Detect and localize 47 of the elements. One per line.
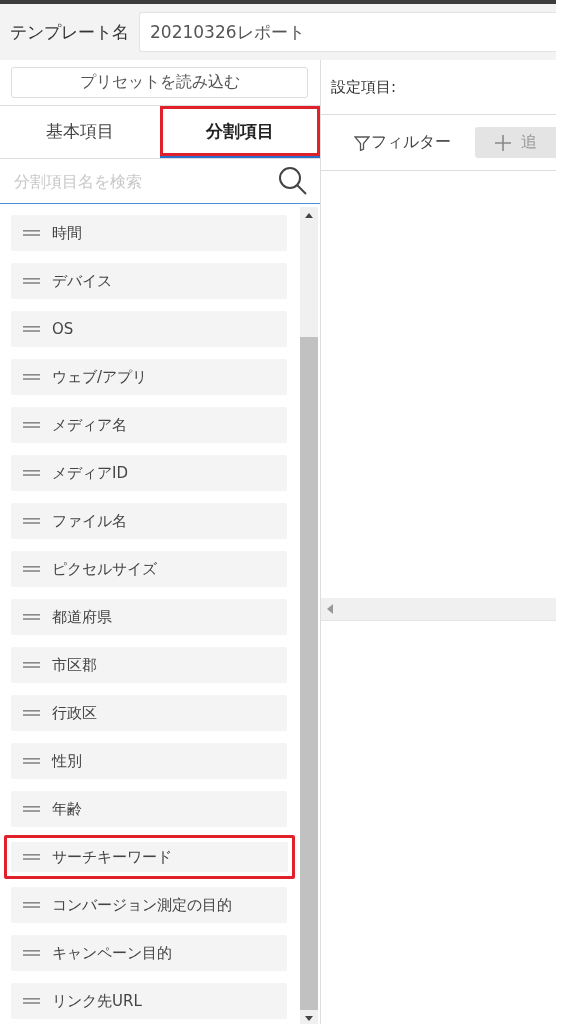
field-list-item[interactable]: 行政区: [11, 695, 287, 731]
field-list-item[interactable]: OS: [11, 311, 287, 347]
drag-handle-icon: [23, 518, 40, 524]
filter-button[interactable]: フィルター: [354, 132, 451, 153]
drag-handle-icon: [23, 470, 40, 476]
drag-handle-icon: [23, 662, 40, 668]
drag-handle-icon: [23, 230, 40, 236]
tab[interactable]: 分割項目: [160, 106, 320, 158]
plus-icon: [495, 134, 511, 151]
drag-handle-icon: [23, 374, 40, 380]
drag-handle-icon: [23, 422, 40, 428]
drag-handle-icon: [23, 950, 40, 956]
field-list-item[interactable]: 都道府県: [11, 599, 287, 635]
field-list-item[interactable]: 時間: [11, 215, 287, 251]
drag-handle-icon: [23, 758, 40, 764]
drag-handle-icon: [23, 902, 40, 908]
drag-handle-icon: [23, 806, 40, 812]
drag-handle-icon: [23, 710, 40, 716]
scrollbar[interactable]: [300, 207, 318, 1024]
field-label: テンプレート名: [10, 20, 129, 44]
field-list-item[interactable]: メディアID: [11, 455, 287, 491]
field-list-item[interactable]: ファイル名: [11, 503, 287, 539]
field-list-item[interactable]: 年齢: [11, 791, 287, 827]
field-list-item[interactable]: デバイス: [11, 263, 287, 299]
field-list-item[interactable]: キャンペーン目的: [11, 935, 287, 971]
scroll-down-icon[interactable]: [304, 1014, 314, 1022]
field-list-item[interactable]: リンク先URL: [11, 983, 287, 1019]
funnel-icon: [354, 134, 370, 151]
field-list-item[interactable]: ピクセルサイズ: [11, 551, 287, 587]
drag-handle-icon: [23, 614, 40, 620]
search-icon[interactable]: [278, 166, 308, 196]
drag-handle-icon: [23, 854, 40, 860]
scroll-up-icon[interactable]: [304, 212, 314, 220]
field-list-item[interactable]: メディア名: [11, 407, 287, 443]
drag-handle-icon: [23, 998, 40, 1004]
drag-handle-icon: [23, 566, 40, 572]
field-list-item[interactable]: 市区郡: [11, 647, 287, 683]
field-list-item[interactable]: サーチキーワード: [4, 835, 295, 879]
load-preset-button[interactable]: プリセットを読み込む: [11, 67, 308, 98]
field-list-item[interactable]: コンバージョン測定の目的: [11, 887, 287, 923]
settings-label: 設定項目:: [331, 77, 397, 97]
drag-handle-icon: [23, 326, 40, 332]
template-name-field[interactable]: 20210326レポート: [139, 12, 556, 52]
field-list-item[interactable]: ウェブ/アプリ: [11, 359, 287, 395]
drag-handle-icon: [23, 278, 40, 284]
horizontal-scrollbar[interactable]: [321, 598, 556, 621]
field-list-item[interactable]: 性別: [11, 743, 287, 779]
